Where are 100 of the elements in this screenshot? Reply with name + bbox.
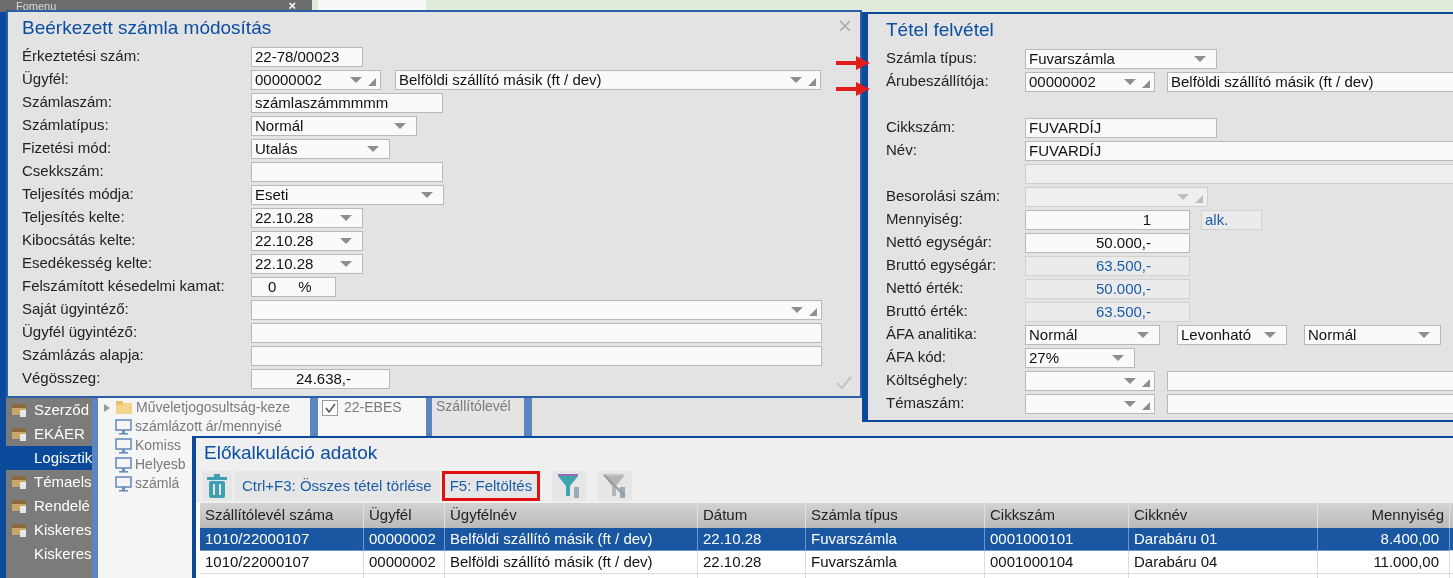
filter-icon bbox=[557, 474, 582, 498]
number-field[interactable]: 1 bbox=[1025, 209, 1190, 230]
field-label: Teljesítés kelte: bbox=[22, 207, 126, 228]
dropdown-arrow-icon bbox=[1137, 331, 1149, 338]
dropdown[interactable]: Fuvarszámla bbox=[1025, 48, 1217, 69]
number-field[interactable]: 50.000,- bbox=[1025, 232, 1190, 253]
filter-button[interactable] bbox=[552, 471, 587, 501]
tree-item[interactable]: Helyesb bbox=[98, 455, 186, 474]
percent-field[interactable]: 0 % bbox=[251, 276, 336, 297]
dropdown-arrow-icon bbox=[791, 306, 803, 313]
column-header[interactable]: Ügyfélnév bbox=[445, 503, 698, 528]
text-field[interactable]: FUVARDÍJ bbox=[1025, 117, 1217, 138]
lookup-field[interactable]: 00000002 bbox=[1025, 71, 1155, 92]
lookup-field[interactable]: Belföldi szállító másik (ft / dev) bbox=[395, 69, 821, 90]
lookup-field[interactable] bbox=[1025, 393, 1155, 414]
text-field[interactable] bbox=[251, 161, 443, 182]
number-field[interactable]: 24.638,- bbox=[251, 368, 390, 389]
field-label: Név: bbox=[886, 140, 918, 161]
field-label: ÁFA analitika: bbox=[886, 324, 978, 345]
column-header[interactable]: Cikkszám bbox=[985, 503, 1129, 528]
number-field[interactable]: 50.000,- bbox=[1025, 278, 1190, 299]
text-field[interactable] bbox=[251, 322, 822, 343]
dropdown-arrow-icon bbox=[1124, 400, 1136, 407]
dropdown[interactable]: 22.10.28 bbox=[251, 253, 363, 274]
tree-item[interactable]: számlá bbox=[98, 474, 180, 493]
toolbar-button[interactable]: F5: Feltöltés bbox=[441, 471, 541, 501]
column-header[interactable]: Ügyfél bbox=[364, 503, 445, 528]
window-title: Fomenu bbox=[16, 0, 57, 12]
field-label: Mennyiség: bbox=[886, 209, 964, 230]
box-icon bbox=[10, 497, 28, 515]
lookup-field[interactable]: 00000002 bbox=[251, 69, 381, 90]
tree-item[interactable]: számlázott ár/mennyisé bbox=[98, 417, 283, 436]
dropdown-arrow-icon bbox=[1264, 331, 1276, 338]
splitter-bar bbox=[524, 398, 532, 436]
dropdown[interactable]: Normál bbox=[251, 115, 417, 136]
column-header[interactable]: Cikknév bbox=[1129, 503, 1318, 528]
field-label: Teljesítés módja: bbox=[22, 184, 135, 205]
dropdown[interactable]: Levonható bbox=[1177, 324, 1287, 345]
tree-item[interactable]: Komiss bbox=[98, 436, 181, 455]
corner-icon bbox=[808, 77, 816, 86]
folder-icon bbox=[115, 399, 133, 416]
menu-item[interactable]: Kiskeres bbox=[6, 542, 92, 566]
dropdown[interactable]: 22.10.28 bbox=[251, 230, 363, 251]
field-label: Számlaszám: bbox=[22, 92, 114, 113]
monitor-icon bbox=[115, 475, 132, 492]
field-label: Ügyfél ügyintéző: bbox=[22, 322, 139, 343]
field-label: Felszámított késedelmi kamat: bbox=[22, 276, 226, 297]
field-label: Ügyfél: bbox=[22, 69, 70, 90]
column-header[interactable]: Szállítólevél száma bbox=[200, 503, 364, 528]
lookup-field[interactable] bbox=[1025, 370, 1155, 391]
menu-item[interactable]: Kiskeres bbox=[6, 518, 92, 542]
splitter-bar bbox=[426, 398, 432, 436]
field-label: Költséghely: bbox=[886, 370, 969, 391]
field-label: Nettó egységár: bbox=[886, 232, 993, 253]
field-label: Bruttó egységár: bbox=[886, 255, 998, 276]
lookup-field[interactable] bbox=[251, 299, 822, 320]
dropdown-arrow-icon bbox=[340, 237, 352, 244]
text-field[interactable]: FUVARDÍJ bbox=[1025, 140, 1453, 161]
toolbar-button[interactable]: Ctrl+F3: Összes tétel törlése bbox=[234, 471, 440, 501]
menu-item[interactable]: Rendelé bbox=[6, 494, 92, 518]
menu-item[interactable]: Logisztik bbox=[6, 446, 92, 470]
dropdown-arrow-icon bbox=[340, 214, 352, 221]
dropdown-arrow-icon bbox=[421, 191, 433, 198]
field-label: Csekkszám: bbox=[22, 161, 105, 182]
dropdown[interactable]: 22.10.28 bbox=[251, 207, 363, 228]
corner-icon bbox=[1142, 401, 1150, 410]
close-button[interactable]: × bbox=[288, 0, 296, 12]
text-field[interactable]: 22-78/00023 bbox=[251, 46, 363, 67]
table-row[interactable]: 1010/22000107 00000002 Belföldi szállító másik (ft / dev) 22.10.28 Fuvarszámla 0001000101 Darabáru 01 8.400,00 bbox=[200, 528, 1453, 551]
text-field[interactable]: Belföldi szállító másik (ft / dev) bbox=[1167, 71, 1453, 92]
dropdown[interactable]: Eseti bbox=[251, 184, 444, 205]
box-icon bbox=[10, 473, 28, 491]
annotation-arrow bbox=[836, 82, 870, 96]
dropdown[interactable]: 27% bbox=[1025, 347, 1135, 368]
tree-item[interactable]: Műveletjogosultság-keze bbox=[98, 398, 291, 417]
text-field[interactable] bbox=[251, 345, 822, 366]
number-field[interactable]: 63.500,- bbox=[1025, 301, 1190, 322]
menu-item[interactable]: Témaels bbox=[6, 470, 92, 494]
box-icon bbox=[10, 521, 28, 539]
field-label: Számlatípus: bbox=[22, 115, 110, 136]
checkbox[interactable] bbox=[322, 399, 338, 416]
column-header[interactable]: Mennyiség bbox=[1318, 503, 1450, 528]
column-header[interactable]: Dátum bbox=[698, 503, 806, 528]
corner-icon bbox=[1142, 79, 1150, 88]
column-header[interactable]: Számla típus bbox=[806, 503, 985, 528]
text-field[interactable]: számlaszámmmmm bbox=[251, 92, 443, 113]
delete-button[interactable] bbox=[202, 471, 232, 501]
dropdown[interactable]: Normál bbox=[1304, 324, 1441, 345]
text-field[interactable] bbox=[1167, 370, 1453, 391]
text-field[interactable] bbox=[1167, 393, 1453, 414]
number-field[interactable]: 63.500,- bbox=[1025, 255, 1190, 276]
corner-icon bbox=[1195, 194, 1203, 203]
clear-filter-icon bbox=[603, 474, 628, 498]
table-row[interactable]: 1010/22000107 00000002 Belföldi szállító másik (ft / dev) 22.10.28 Fuvarszámla 0001000104 Darabáru 04 11.000,00 bbox=[200, 551, 1453, 574]
field-label: Témaszám: bbox=[886, 393, 966, 414]
menu-item[interactable]: EKÁER bbox=[6, 422, 92, 446]
dropdown[interactable]: Utalás bbox=[251, 138, 390, 159]
menu-item[interactable]: Szerződ bbox=[6, 398, 92, 422]
dropdown[interactable]: Normál bbox=[1025, 324, 1160, 345]
check-icon bbox=[836, 375, 852, 390]
